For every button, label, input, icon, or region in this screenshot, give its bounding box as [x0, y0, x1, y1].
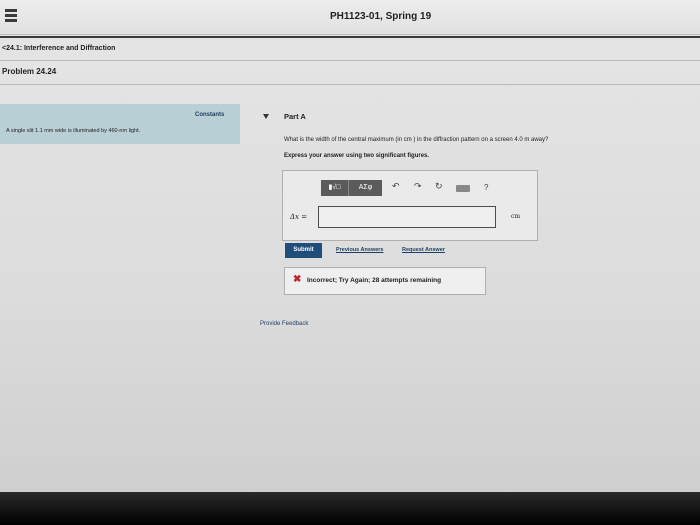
symbols-button[interactable]: AΣφ — [349, 180, 382, 196]
divider — [0, 60, 700, 61]
help-icon[interactable]: ? — [484, 183, 488, 192]
instruction-text: Express your answer using two significan… — [284, 153, 430, 159]
hamburger-menu-icon[interactable] — [5, 9, 17, 23]
problem-intro-text: A single slit 1.1 mm wide is illuminated… — [6, 128, 141, 134]
constants-link[interactable]: Constants — [195, 112, 224, 118]
feedback-box: ✖ Incorrect; Try Again; 28 attempts rema… — [284, 267, 486, 295]
request-answer-link[interactable]: Request Answer — [402, 247, 445, 253]
answer-variable-label: Δx = — [290, 213, 308, 221]
screen: PH1123-01, Spring 19 <24.1: Interference… — [0, 0, 700, 492]
math-toolbar: ▮√□ AΣφ — [321, 180, 382, 196]
question-text: What is the width of the central maximum… — [284, 137, 549, 143]
answer-units: cm — [511, 213, 521, 220]
templates-button[interactable]: ▮√□ — [321, 180, 349, 196]
header-divider — [0, 36, 700, 38]
problem-intro-panel — [0, 104, 240, 144]
redo-icon[interactable]: ↷ — [414, 181, 422, 192]
answer-input[interactable] — [318, 206, 496, 228]
previous-answers-link[interactable]: Previous Answers — [336, 247, 383, 253]
top-bar: PH1123-01, Spring 19 — [0, 0, 700, 35]
incorrect-x-icon: ✖ — [293, 274, 302, 285]
collapse-caret-icon[interactable] — [263, 114, 269, 119]
keyboard-icon[interactable] — [456, 185, 470, 192]
feedback-message: Incorrect; Try Again; 28 attempts remain… — [307, 277, 442, 284]
course-title: PH1123-01, Spring 19 — [330, 11, 432, 22]
submit-button[interactable]: Submit — [285, 243, 322, 258]
reset-icon[interactable]: ↻ — [435, 181, 443, 192]
part-title[interactable]: Part A — [284, 112, 306, 121]
undo-icon[interactable]: ↶ — [392, 181, 400, 192]
monitor-bezel — [0, 492, 700, 525]
provide-feedback-link[interactable]: Provide Feedback — [260, 321, 308, 327]
breadcrumb[interactable]: <24.1: Interference and Diffraction — [2, 45, 115, 52]
problem-title: Problem 24.24 — [2, 67, 57, 76]
divider — [0, 84, 700, 85]
